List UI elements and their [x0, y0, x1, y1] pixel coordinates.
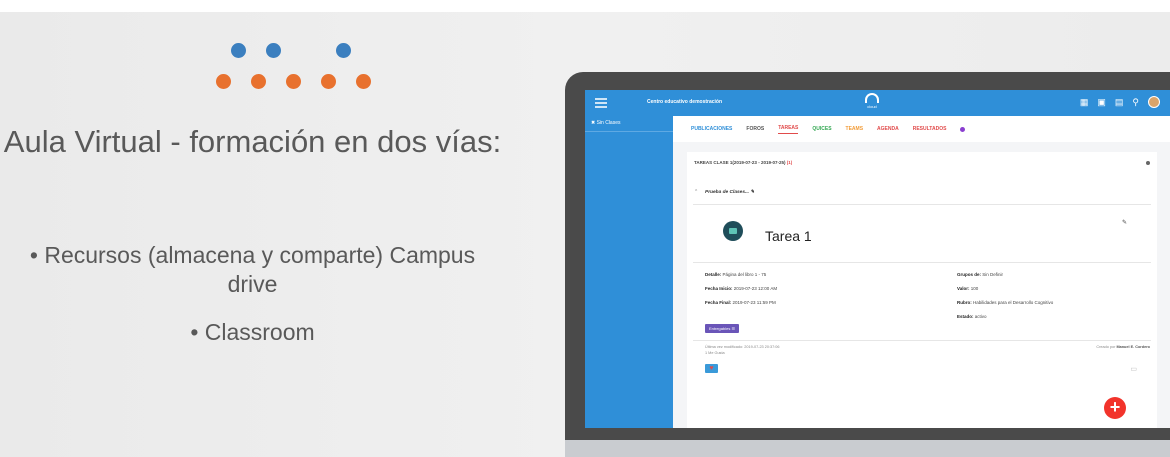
detail-row: Detalle: Página del libro 1 - 75	[705, 272, 766, 277]
detail-row: Rubro: Habilidades para el Desarrollo Co…	[957, 300, 1053, 305]
tab-foros[interactable]: FOROS	[746, 126, 764, 132]
detail-label: Valor:	[957, 286, 970, 291]
tab-quices[interactable]: QUICES	[812, 126, 831, 132]
logo-dot-icon	[321, 74, 336, 89]
app-topbar: Centro educativo demostración cloud ▦ ▣ …	[585, 90, 1170, 116]
edit-icon[interactable]: ✎	[1122, 219, 1127, 226]
detail-row: Grupos de: Sin Definir	[957, 272, 1003, 277]
options-dot-icon[interactable]	[1146, 161, 1150, 165]
laptop-base	[565, 440, 1170, 457]
detail-row: Fecha Final: 2019-07-23 11:59 PM	[705, 300, 776, 305]
collapse-icon[interactable]: ⌃	[694, 189, 698, 195]
detail-row: Valor: 100	[957, 286, 978, 291]
menu-icon[interactable]	[595, 98, 607, 108]
slide-title: Aula Virtual - formación en dos vías:	[3, 124, 502, 159]
detail-value: Sin Definir	[982, 272, 1004, 277]
detail-value: 2019-07-23 11:59 PM	[732, 300, 776, 305]
tab-bar: PUBLICACIONES FOROS TAREAS QUICES TEAMS …	[673, 116, 1170, 142]
detail-label: Rubro:	[957, 300, 972, 305]
detail-row: Estado: activo	[957, 314, 987, 319]
app-logo[interactable]: cloud	[857, 93, 887, 109]
center-name: Centro educativo demostración	[647, 99, 723, 105]
divider	[693, 340, 1151, 341]
last-modified: Última vez modificado: 2019-07-23 20:37:…	[705, 345, 780, 349]
bullet-classroom: • Classroom	[190, 319, 315, 345]
sidebar-item-sin-clases[interactable]: ✖ Sin Clases	[585, 116, 673, 132]
doc-icon[interactable]: ▣	[1097, 96, 1106, 108]
detail-label: Estado:	[957, 314, 974, 319]
subtitle-text: Prueba de Clases...	[705, 190, 749, 195]
grid-icon[interactable]: ▦	[1080, 96, 1089, 108]
deliverables-button[interactable]: Entregables ☰	[705, 324, 740, 333]
divider	[693, 262, 1151, 263]
tab-agenda[interactable]: AGENDA	[877, 126, 899, 132]
app-screenshot: Centro educativo demostración cloud ▦ ▣ …	[585, 90, 1170, 428]
topbar-icons: ▦ ▣ ▤ ⚲	[1080, 96, 1160, 108]
tab-tareas[interactable]: TAREAS	[778, 125, 799, 134]
detail-value: 100	[970, 286, 979, 291]
created-by-label: Creado por	[1096, 345, 1116, 349]
subtitle: Prueba de Clases... ✎	[705, 190, 754, 195]
pencil-icon[interactable]: ✎	[750, 190, 754, 195]
avatar[interactable]	[1148, 96, 1160, 108]
x-icon: ✖	[591, 120, 596, 126]
detail-label: Grupos de:	[957, 272, 982, 277]
logo-dot-icon	[266, 43, 281, 58]
detail-value: Habilidades para el Desarrollo Cognitivo	[973, 300, 1054, 305]
detail-label: Fecha Final:	[705, 300, 732, 305]
task-title[interactable]: Tarea 1	[765, 228, 812, 244]
tab-resultados[interactable]: RESULTADOS	[913, 126, 947, 132]
comment-icon[interactable]: ▭	[1130, 365, 1137, 373]
app-sidebar: ✖ Sin Clases	[585, 116, 673, 428]
cloud-icon	[865, 93, 879, 103]
tab-teams[interactable]: TEAMS	[846, 126, 864, 132]
card-header-text: TAREAS CLASE 1(2019-07-23 - 2019-07-25)	[694, 160, 786, 165]
detail-label: Detalle:	[705, 272, 722, 277]
card-header-count: (1)	[786, 160, 793, 165]
app-main: PUBLICACIONES FOROS TAREAS QUICES TEAMS …	[673, 116, 1170, 428]
logo-dot-icon	[231, 43, 246, 58]
add-button[interactable]: +	[1104, 397, 1126, 419]
calendar-icon[interactable]: ▤	[1115, 96, 1124, 108]
tab-publicaciones[interactable]: PUBLICACIONES	[691, 126, 732, 132]
more-dot-icon[interactable]	[960, 126, 966, 132]
logo-dot-icon	[216, 74, 231, 89]
logo-text: cloud	[867, 104, 877, 109]
card-header: TAREAS CLASE 1(2019-07-23 - 2019-07-25) …	[694, 160, 792, 165]
detail-value: Página del libro 1 - 75	[722, 272, 767, 277]
logo-dot-icon	[336, 43, 351, 58]
task-card: TAREAS CLASE 1(2019-07-23 - 2019-07-25) …	[687, 152, 1157, 428]
logo-dot-icon	[286, 74, 301, 89]
detail-label: Fecha Inicio:	[705, 286, 733, 291]
detail-row: Fecha Inicio: 2019-07-23 12:00 AM	[705, 286, 777, 291]
search-icon[interactable]: ⚲	[1132, 96, 1139, 108]
detail-value: activo	[974, 314, 987, 319]
divider	[693, 204, 1151, 205]
created-by-name: Manuel E. Cordero	[1116, 345, 1150, 349]
bullet-resources: • Recursos (almacena y comparte) Campus …	[29, 242, 476, 297]
task-icon	[723, 221, 743, 241]
likes-count: 1 Me Gusta	[705, 351, 725, 355]
created-by: Creado por Manuel E. Cordero	[1096, 345, 1150, 349]
like-button[interactable]: ♥	[705, 364, 718, 373]
detail-value: 2019-07-23 12:00 AM	[733, 286, 778, 291]
logo-dot-icon	[356, 74, 371, 89]
logo-dot-icon	[251, 74, 266, 89]
sidebar-item-label: Sin Clases	[596, 120, 621, 126]
